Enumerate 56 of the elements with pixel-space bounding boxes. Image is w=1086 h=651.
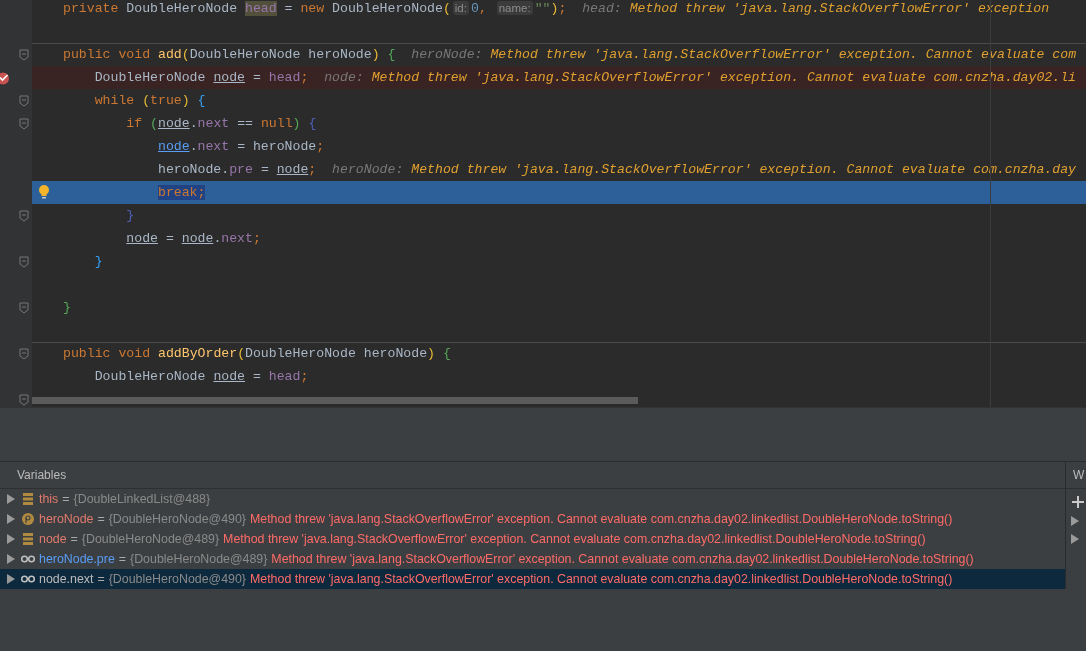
add-icon[interactable]: [1072, 496, 1084, 508]
variable-value: {DoubleLinkedList@488}: [73, 492, 211, 506]
code-line: public void add(DoubleHeroNode heroNode) { heroNode: Method threw 'java.lang.StackOverflowError' exception. Cannot evaluate com: [63, 47, 1077, 62]
field-icon: [21, 493, 35, 505]
variable-name: heroNode: [39, 512, 94, 526]
code-line: if (node.next == null) {: [125, 116, 317, 131]
code-line: heroNode.pre = node; heroNode: Method threw 'java.lang.StackOverflowError' exception. Cannot evaluate com.cnzha.day: [156, 162, 1076, 177]
error-message: Method threw 'java.lang.StackOverflowError' exception. Cannot evaluate com.cnzha.day02.linkedlist.DoubleHeroNode.toString(): [223, 532, 926, 546]
fold-icon[interactable]: [19, 209, 29, 222]
code-line: public void addByOrder(DoubleHeroNode heroNode) {: [63, 346, 451, 361]
variable-row[interactable]: node = {DoubleHeroNode@489} Method threw 'java.lang.StackOverflowError' exception. Cannot evaluate com.cnzha.day02.linkedlist.DoubleHeroNode.toString(): [0, 529, 1065, 549]
glasses-icon: [21, 553, 35, 565]
fold-icon[interactable]: [19, 94, 29, 107]
variable-row[interactable]: node.next = {DoubleHeroNode@490} Method threw 'java.lang.StackOverflowError' exception. Cannot evaluate com.cnzha.day02.linkedlist.DoubleHeroNode.toString(): [0, 569, 1065, 589]
code-line: node = node.next;: [125, 231, 261, 246]
code-line: }: [63, 300, 71, 315]
error-message: Method threw 'java.lang.StackOverflowError' exception. Cannot evaluate com.cnzha.day02.linkedlist.DoubleHeroNode.toString(): [249, 572, 953, 586]
variable-row[interactable]: this = {DoubleLinkedList@488}: [0, 489, 1065, 509]
panel-title: W: [1073, 468, 1085, 482]
equals-sign: =: [70, 532, 78, 546]
fold-icon[interactable]: [19, 301, 29, 314]
field-icon: [21, 533, 35, 545]
equals-sign: =: [118, 552, 127, 566]
variable-name: node: [39, 532, 67, 546]
code-line: DoubleHeroNode node = head; node: Method threw 'java.lang.StackOverflowError' exception. Cannot evaluate com.cnzha.day02.li: [93, 70, 1076, 85]
code-line: }: [93, 254, 103, 269]
glasses-icon: [21, 573, 35, 585]
equals-sign: =: [97, 512, 105, 526]
fold-icon[interactable]: [19, 347, 29, 360]
error-message: Method threw 'java.lang.StackOverflowError' exception. Cannot evaluate com.cnzha.day02.linkedlist.DoubleHeroNode.toString(): [249, 512, 953, 526]
error-message: Method threw 'java.lang.StackOverflowError' exception. Cannot evaluate com.cnzha.day02.linkedlist.DoubleHeroNode.toString(): [271, 552, 974, 566]
lightbulb-icon[interactable]: [38, 184, 50, 200]
panel-title: Variables: [17, 468, 67, 482]
variable-row[interactable]: heroNode = {DoubleHeroNode@490} Method threw 'java.lang.StackOverflowError' exception. Cannot evaluate com.cnzha.day02.linkedlist.DoubleHeroNode.toString(): [0, 509, 1065, 529]
fold-icon[interactable]: [19, 117, 29, 130]
variable-name: heroNode.pre: [39, 552, 115, 566]
variable-value: {DoubleHeroNode@489}: [130, 552, 268, 566]
variable-name: this: [39, 492, 59, 506]
scrollbar[interactable]: [32, 397, 638, 404]
fold-icon[interactable]: [19, 255, 29, 268]
variable-value: {DoubleHeroNode@489}: [81, 532, 220, 546]
code-line: private DoubleHeroNode head = new DoubleHeroNode( id: 0, name: ""); head: Method threw 'java.lang.StackOverflowError' exception: [63, 1, 1050, 16]
parameter-icon: [21, 513, 35, 525]
equals-sign: =: [62, 492, 70, 506]
variable-row[interactable]: heroNode.pre = {DoubleHeroNode@489} Method threw 'java.lang.StackOverflowError' exception. Cannot evaluate com.cnzha.day02.linkedlist.DoubleHeroNode.toString(): [0, 549, 1065, 569]
code-line: node.next = heroNode;: [156, 139, 325, 154]
code-line: DoubleHeroNode node = head;: [93, 369, 309, 384]
equals-sign: =: [97, 572, 105, 586]
fold-icon[interactable]: [19, 48, 29, 61]
variable-value: {DoubleHeroNode@490}: [108, 572, 246, 586]
fold-icon[interactable]: [19, 393, 29, 406]
code-line: }: [125, 208, 135, 223]
variable-name: node.next: [39, 572, 94, 586]
variable-value: {DoubleHeroNode@490}: [108, 512, 246, 526]
code-line: while (true) {: [93, 93, 206, 108]
breakpoint-icon[interactable]: [0, 71, 10, 85]
